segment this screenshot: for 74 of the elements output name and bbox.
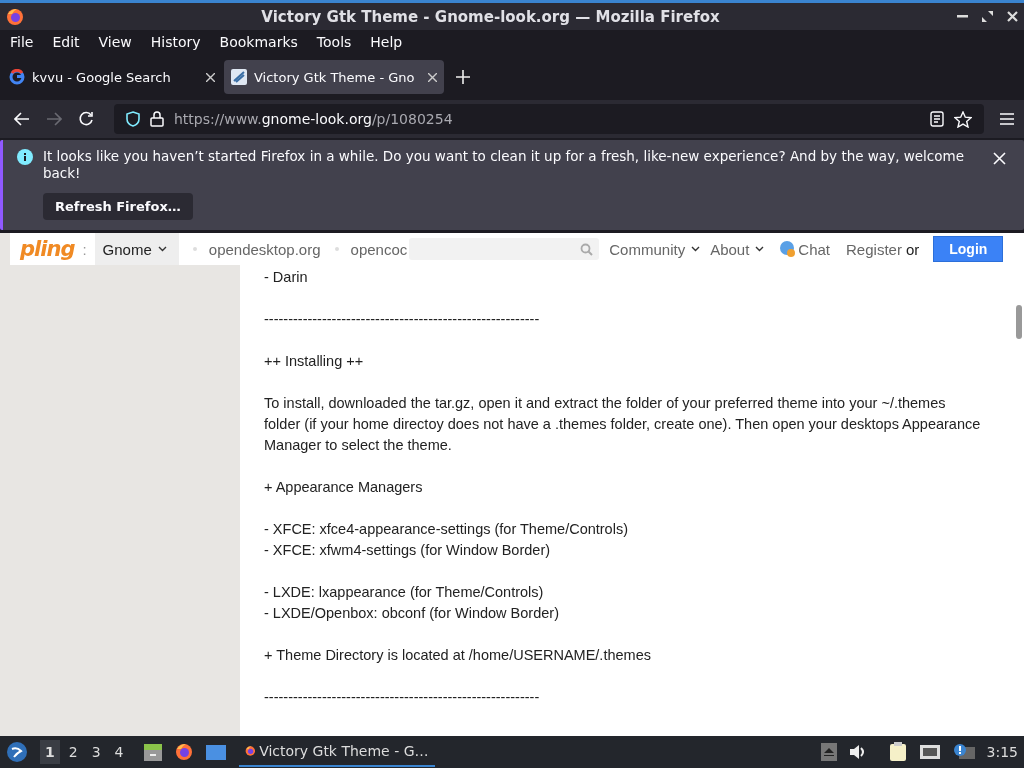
- caret-icon: [691, 246, 701, 252]
- menu-item[interactable]: Bookmarks: [213, 34, 305, 50]
- close-icon[interactable]: [428, 72, 437, 82]
- text-line: ---------------------------------------------------------: [264, 689, 540, 705]
- file-cabinet-icon[interactable]: [142, 742, 163, 762]
- reload-icon[interactable]: [78, 111, 94, 127]
- network-icon[interactable]: [918, 743, 941, 761]
- browser-tab[interactable]: Victory Gtk Theme - Gno: [224, 60, 444, 94]
- caret-icon: [157, 246, 167, 252]
- workspace-button[interactable]: 3: [86, 740, 106, 764]
- start-menu-icon[interactable]: [6, 741, 28, 763]
- text-line: - XFCE: xfwm4-settings (for Window Border): [264, 542, 551, 558]
- browser-tab[interactable]: kvvu - Google Search: [2, 60, 222, 94]
- notification-message: It looks like you haven’t started Firefox in a while. Do you want to clean it up for a fresh, like-new experience? And by the way, welcome back!: [43, 148, 965, 182]
- speaker-icon[interactable]: [848, 744, 867, 760]
- chat-link[interactable]: Chat: [798, 240, 831, 258]
- text-line: - XFCE: xfce4-appearance-settings (for Theme/Controls): [264, 521, 628, 537]
- text-line: + Appearance Managers: [264, 479, 423, 495]
- clipboard-icon[interactable]: [888, 742, 907, 762]
- refresh-button[interactable]: Refresh Firefox…: [43, 193, 193, 220]
- page-favicon: [231, 69, 247, 85]
- star-icon[interactable]: [954, 110, 972, 128]
- menu-item[interactable]: File: [4, 34, 41, 50]
- separator-text: :: [82, 240, 87, 258]
- close-icon[interactable]: [1007, 11, 1018, 22]
- menu-item[interactable]: History: [144, 34, 208, 50]
- firefox-icon: [6, 7, 24, 26]
- text-line: + Theme Directory is located at /home/USERNAME/.themes: [264, 647, 651, 663]
- menu-item[interactable]: Edit: [46, 34, 87, 50]
- nav-menu[interactable]: About: [710, 240, 750, 258]
- text-line: - LXDE: lxappearance (for Theme/Controls): [264, 584, 544, 600]
- scrollbar-thumb[interactable]: [1016, 305, 1022, 339]
- reader-view-icon[interactable]: [930, 111, 944, 127]
- notification-icon[interactable]: [952, 743, 975, 761]
- chat-icon: [778, 240, 797, 258]
- taskbar-task[interactable]: Victory Gtk Theme - G…: [238, 737, 435, 767]
- address-bar[interactable]: https://www.gnome-look.org/p/1080254: [114, 104, 984, 134]
- menu-icon[interactable]: [1000, 113, 1014, 125]
- plus-icon[interactable]: [456, 70, 470, 84]
- eject-icon[interactable]: [820, 743, 837, 761]
- text-line: ++ Installing ++: [264, 353, 364, 369]
- caret-icon: [755, 246, 765, 252]
- info-icon: [17, 149, 33, 165]
- text-line: To install, downloaded the tar.gz, open it and extract the folder of your preferred theme into your ~/.themes folder (if your home directoy does not have a .themes folder, create one). Then open your desktops Appearance Manager to select the theme.: [264, 395, 981, 453]
- site-link[interactable]: opencoc: [350, 240, 408, 258]
- google-icon: [9, 69, 25, 85]
- text-line: ---------------------------------------------------------: [264, 311, 540, 327]
- text-line: - LXDE/Openbox: obconf (for Window Border): [264, 605, 559, 621]
- shield-icon[interactable]: [126, 111, 140, 127]
- category-dropdown[interactable]: Gnome: [94, 233, 179, 265]
- window-title: Victory Gtk Theme - Gnome-look.org — Mozilla Firefox: [260, 7, 721, 26]
- workspace-button[interactable]: 4: [109, 740, 129, 764]
- login-button[interactable]: Login: [933, 236, 1004, 262]
- maximize-icon[interactable]: [982, 11, 993, 22]
- search-icon: [580, 242, 594, 256]
- nav-menu[interactable]: Community: [609, 240, 686, 258]
- menu-item[interactable]: Help: [364, 34, 410, 50]
- or-text: or: [905, 240, 920, 258]
- clock-text: 3:15: [986, 744, 1018, 760]
- workspace-button[interactable]: 2: [63, 740, 83, 764]
- workspace-button[interactable]: 1: [40, 740, 60, 764]
- back-icon[interactable]: [14, 112, 30, 126]
- menu-item[interactable]: View: [92, 34, 139, 50]
- minimize-icon[interactable]: [957, 15, 968, 18]
- close-icon[interactable]: [206, 72, 215, 82]
- firefox-icon[interactable]: [174, 743, 193, 761]
- url-text: https://www.gnome-look.org/p/1080254: [174, 111, 454, 127]
- text-line: - Darin: [264, 269, 308, 285]
- register-link[interactable]: Register: [846, 240, 902, 258]
- menu-item[interactable]: Tools: [310, 34, 359, 50]
- lock-icon[interactable]: [150, 111, 164, 127]
- search-field[interactable]: [409, 238, 600, 260]
- desktop-icon[interactable]: [204, 743, 227, 761]
- site-link[interactable]: opendesktop.org: [208, 240, 321, 258]
